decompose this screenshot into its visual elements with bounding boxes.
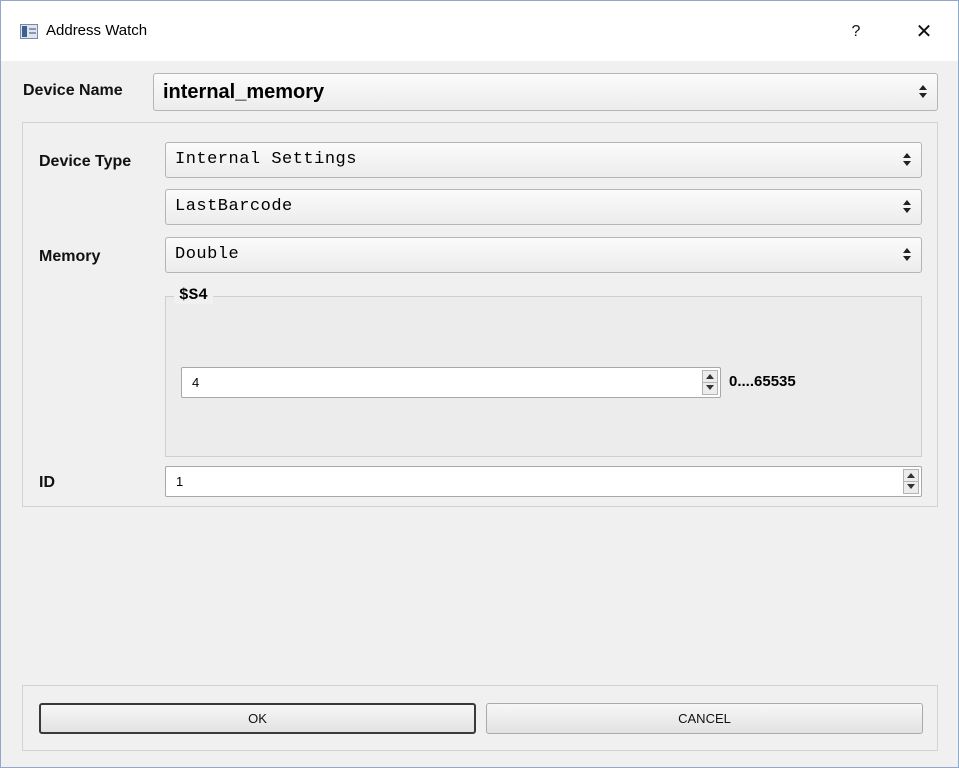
combo-arrows-icon <box>919 83 929 101</box>
title-bar[interactable]: Address Watch ? ✕ <box>1 1 958 61</box>
register-range-label: 0....65535 <box>729 373 796 390</box>
id-value: 1 <box>176 474 184 489</box>
combo-arrows-icon <box>903 198 913 216</box>
device-name-label: Device Name <box>23 82 123 99</box>
combo-arrows-icon <box>903 151 913 169</box>
help-button[interactable]: ? <box>841 17 871 47</box>
register-value-spinbox[interactable]: 4 <box>181 367 721 398</box>
cancel-button[interactable]: CANCEL <box>486 703 923 734</box>
id-label: ID <box>39 474 55 491</box>
spin-arrows-icon[interactable] <box>702 370 718 395</box>
device-name-combo[interactable]: internal_memory <box>153 73 938 111</box>
memory-value: Double <box>175 245 240 264</box>
close-button[interactable]: ✕ <box>907 17 941 47</box>
register-value: 4 <box>192 375 200 390</box>
app-window-icon <box>20 24 38 39</box>
device-type-combo[interactable]: Internal Settings <box>165 142 922 178</box>
device-subtype-combo[interactable]: LastBarcode <box>165 189 922 225</box>
device-type-value: Internal Settings <box>175 150 357 169</box>
memory-combo[interactable]: Double <box>165 237 922 273</box>
ok-button[interactable]: OK <box>39 703 476 734</box>
id-spinbox[interactable]: 1 <box>165 466 922 497</box>
address-watch-dialog: Address Watch ? ✕ Device Name internal_m… <box>0 0 959 768</box>
window-title: Address Watch <box>46 22 148 39</box>
combo-arrows-icon <box>903 246 913 264</box>
spin-arrows-icon[interactable] <box>903 469 919 494</box>
register-group-title: $S4 <box>174 286 213 304</box>
device-type-label: Device Type <box>39 153 132 170</box>
device-subtype-value: LastBarcode <box>175 197 293 216</box>
device-name-value: internal_memory <box>163 81 325 103</box>
memory-label: Memory <box>39 248 101 265</box>
